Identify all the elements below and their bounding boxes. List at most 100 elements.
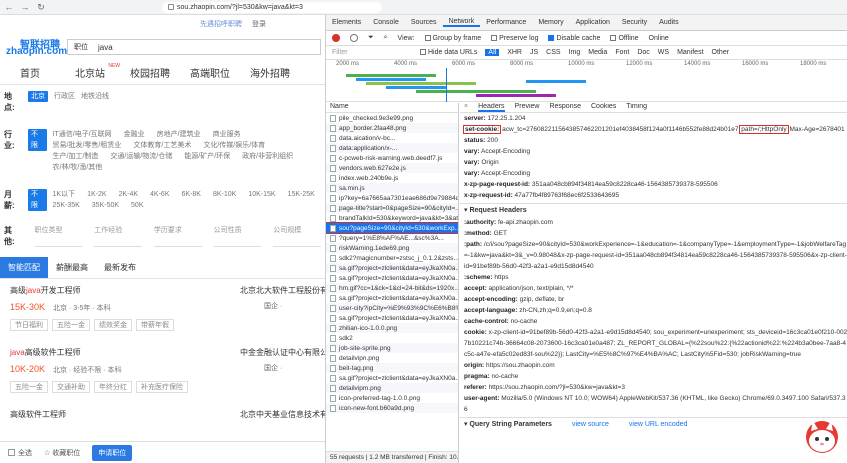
location-opt[interactable]: 地铁沿线	[81, 91, 109, 102]
industry-option[interactable]: 文化/传媒/娱乐/体育	[203, 140, 265, 151]
salary-option[interactable]: 15K-25K	[288, 189, 315, 200]
filter-type-js[interactable]: JS	[530, 49, 538, 56]
filter-dropdown[interactable]: 职位类型	[34, 225, 83, 247]
devtools-tab-elements[interactable]: Elements	[326, 19, 367, 26]
request-row[interactable]: sa.gif?project=zlclient&data=eyJkaXN0a..…	[326, 263, 458, 273]
filter-dropdown[interactable]: 学历要求	[153, 225, 202, 247]
filter-dropdown[interactable]: 公司规模	[273, 225, 321, 247]
salary-option[interactable]: 50K	[131, 200, 143, 211]
salary-option[interactable]: 10K-15K	[248, 189, 275, 200]
filter-type-manifest[interactable]: Manifest	[677, 49, 703, 56]
filter-type-img[interactable]: Img	[569, 49, 581, 56]
request-row[interactable]: ip?key=6a7665aa7301eae686d9e79884d...	[326, 193, 458, 203]
request-row[interactable]: pile_checked.9e3e99.png	[326, 113, 458, 123]
record-icon[interactable]	[332, 34, 340, 42]
location-chip[interactable]: 北京	[28, 91, 48, 102]
filter-input[interactable]: Filter	[332, 49, 412, 56]
filter-type-other[interactable]: Other	[712, 49, 730, 56]
request-row[interactable]: icon-new-font.b60a9d.png	[326, 403, 458, 413]
preserve-log-checkbox[interactable]: Preserve log	[491, 35, 538, 42]
filter-type-font[interactable]: Font	[615, 49, 629, 56]
salary-option[interactable]: 8K-10K	[213, 189, 236, 200]
back-icon[interactable]: ←	[4, 2, 14, 12]
select-all-checkbox[interactable]: 全选	[8, 448, 32, 458]
industry-option[interactable]: IT通信/电子/互联网	[53, 129, 112, 140]
industry-chip[interactable]: 不限	[28, 129, 47, 151]
job-card[interactable]: java高级软件工程师 10K-20K 北京 · 经验不限 · 本科 五险一金 交通补助…	[0, 341, 325, 403]
salary-option[interactable]: 4K-6K	[150, 189, 169, 200]
company-name[interactable]: 中金金融认证中心有限公司	[240, 347, 325, 358]
industry-option[interactable]: 房地产/建筑业	[157, 129, 201, 140]
job-card[interactable]: 高级java开发工程师 15K-30K 北京 · 3-5年 · 本科 节日福利 五险一金…	[0, 279, 325, 341]
query-string-section[interactable]: ▾ Query String Parameters view source vi…	[460, 417, 847, 431]
filter-type-ws[interactable]: WS	[658, 49, 669, 56]
request-row[interactable]: ?query=1%E8%AF%AE...&sc%3A...	[326, 233, 458, 243]
network-timeline[interactable]: 2000 ms 4000 ms 6000 ms 8000 ms 10000 ms 1200…	[326, 60, 847, 102]
salary-option[interactable]: 35K-50K	[92, 200, 119, 211]
list-header[interactable]: Name	[326, 103, 458, 113]
company-name[interactable]: 北京北大软件工程股份有限公司	[240, 285, 325, 296]
tab-headers[interactable]: Headers	[478, 103, 505, 112]
group-by-frame-checkbox[interactable]: Group by frame	[424, 35, 481, 42]
request-row[interactable]: app_border.2faa48.png	[326, 123, 458, 133]
tab-timing[interactable]: Timing	[626, 103, 647, 112]
request-row[interactable]: sa.min.js	[326, 183, 458, 193]
nav-overseas[interactable]: 海外招聘	[240, 65, 300, 80]
request-row[interactable]: sa.gif?project=zlclient&data=eyJkaXN0a..…	[326, 273, 458, 283]
tab-highest-salary[interactable]: 薪酬最高	[48, 257, 96, 278]
industry-option[interactable]: 交通/运输/物流/仓储	[110, 151, 172, 162]
request-row[interactable]: beit-tag.png	[326, 363, 458, 373]
filter-type-doc[interactable]: Doc	[637, 49, 649, 56]
salary-chip[interactable]: 不限	[28, 189, 47, 211]
industry-option[interactable]: 金融业	[124, 129, 145, 140]
search-icon[interactable]: ⌕	[384, 34, 388, 42]
request-row[interactable]: data.aication/v-bc...	[326, 133, 458, 143]
view-url-encoded-link[interactable]: view URL encoded	[629, 418, 688, 431]
request-headers-section[interactable]: ▾ Request Headers	[460, 203, 847, 217]
request-row[interactable]: detailvipn.png	[326, 353, 458, 363]
apply-button[interactable]: 申请职位	[92, 444, 133, 461]
salary-option[interactable]: 1K-2K	[87, 189, 106, 200]
throttle-select[interactable]: Online	[649, 35, 669, 42]
forward-icon[interactable]: →	[20, 2, 30, 12]
company-name[interactable]: 北京中天基业信息技术有限公司	[240, 409, 325, 420]
tab-cookies[interactable]: Cookies	[591, 103, 616, 112]
request-row[interactable]: c-pcweb-risk-warning.web.deedf7.js	[326, 153, 458, 163]
filter-type-xhr[interactable]: XHR	[507, 49, 522, 56]
request-row[interactable]: job-site-sprite.png	[326, 343, 458, 353]
request-row[interactable]: detailvipm.png	[326, 383, 458, 393]
view-source-link[interactable]: view source	[572, 418, 609, 431]
salary-option[interactable]: 25K-35K	[53, 200, 80, 211]
industry-option[interactable]: 商业服务	[213, 129, 241, 140]
location-opt[interactable]: 行政区	[54, 91, 75, 102]
favorite-button[interactable]: ☆ 收藏职位	[44, 448, 80, 458]
filter-icon[interactable]: ⏷	[368, 34, 374, 42]
site-logo[interactable]: 智联招聘 zhaopin.com	[6, 35, 67, 59]
devtools-tab-console[interactable]: Console	[367, 19, 405, 26]
request-row[interactable]: icon-preferred-tag-1.0.0.png	[326, 393, 458, 403]
request-row[interactable]: sa.gif?project=zlclient&data=eyJkaXN0a..…	[326, 373, 458, 383]
request-row[interactable]: riskWarning.1ede69.png	[326, 243, 458, 253]
close-icon[interactable]: ×	[464, 103, 468, 112]
filter-type-hide-data-urls[interactable]: Hide data URLs	[420, 49, 477, 56]
devtools-tab-security[interactable]: Security	[616, 19, 653, 26]
industry-option[interactable]: 农/林/牧/渔/其他	[53, 162, 103, 173]
search-input[interactable]: 职位 java	[67, 39, 321, 55]
request-row[interactable]: sa.gif?project=zlclient&data=eyJkaXN0a..…	[326, 313, 458, 323]
devtools-tab-audits[interactable]: Audits	[653, 19, 684, 26]
request-row[interactable]: data:application/x-...	[326, 143, 458, 153]
top-link-login[interactable]: 登录	[252, 19, 266, 29]
request-row[interactable]: sdk2?magicnumber=zstsc_j_0.1.2&zsts...	[326, 253, 458, 263]
industry-option[interactable]: 生产/加工/制造	[53, 151, 99, 162]
filter-type-css[interactable]: CSS	[546, 49, 560, 56]
request-row[interactable]: sou?pageSize=90&cityId=530&workExp...	[326, 222, 458, 234]
industry-option[interactable]: 文体教育/工艺美术	[133, 140, 191, 151]
request-row[interactable]: sa.gif?project=zlclient&data=eyJkaXN0a..…	[326, 293, 458, 303]
nav-campus[interactable]: 校园招聘	[120, 65, 180, 80]
request-row[interactable]: vendors.web.627e2e.js	[326, 163, 458, 173]
tab-preview[interactable]: Preview	[515, 103, 540, 112]
request-row[interactable]: brandTalkId=530&keyword=java&kt=3&at=...	[326, 213, 458, 223]
filter-dropdown[interactable]: 公司性质	[213, 225, 262, 247]
reload-icon[interactable]: ↻	[36, 2, 46, 13]
nav-home[interactable]: 首页	[0, 65, 60, 80]
